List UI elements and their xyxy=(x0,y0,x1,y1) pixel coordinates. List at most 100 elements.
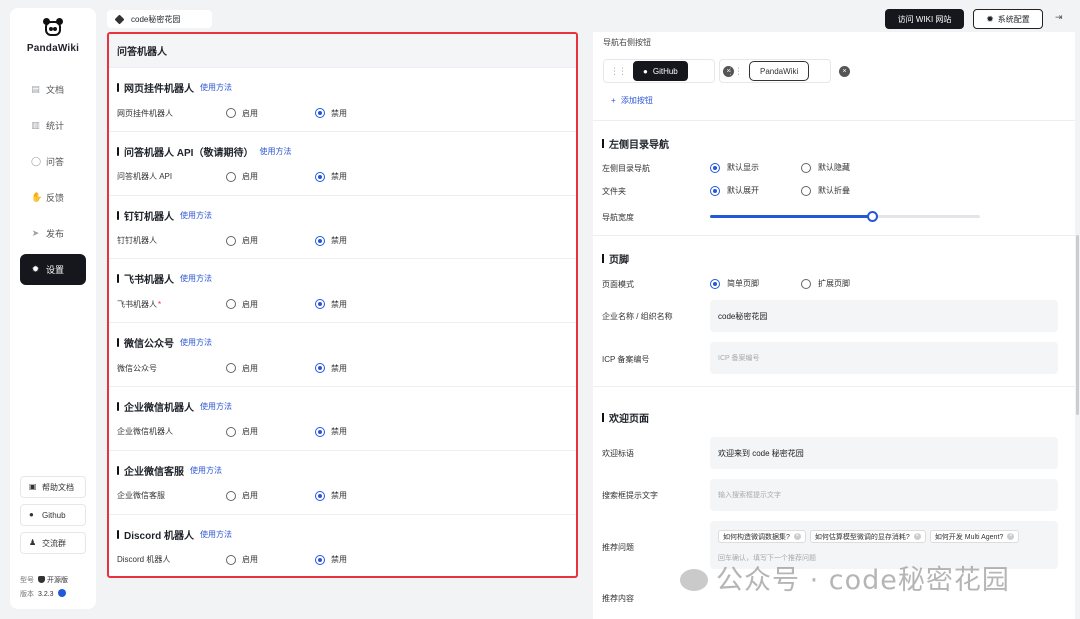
nav-button-github-chip[interactable]: ⋮⋮ ● GitHub × xyxy=(603,59,734,83)
remove-icon[interactable]: × xyxy=(839,66,850,77)
question-tag: 如何开发 Multi Agent? × xyxy=(929,530,1020,543)
section-marker xyxy=(117,83,119,92)
section-marker xyxy=(117,338,119,348)
gear-icon: ✹ xyxy=(31,264,40,274)
enable-radio[interactable]: 启用 xyxy=(226,299,258,310)
sidebar-item-settings[interactable]: ✹ 设置 xyxy=(20,254,86,285)
radio-label: 禁用 xyxy=(331,108,347,118)
enable-radio[interactable]: 启用 xyxy=(226,490,258,501)
enable-radio[interactable]: 启用 xyxy=(226,554,258,565)
help-docs-button[interactable]: ▣ 帮助文档 xyxy=(20,476,86,498)
usage-link[interactable]: 使用方法 xyxy=(200,82,232,93)
sidebar-item-docs[interactable]: ▤ 文档 xyxy=(20,74,86,105)
divider xyxy=(593,386,1075,387)
radio-label: 禁用 xyxy=(331,299,347,309)
nav-button-pandawiki-chip[interactable]: ⋮⋮ PandaWiki × xyxy=(719,59,850,83)
radio-default-hide[interactable]: 默认隐藏 xyxy=(801,162,850,173)
sidebar-item-label: 设置 xyxy=(46,265,65,275)
usage-link[interactable]: 使用方法 xyxy=(180,273,212,284)
enable-radio[interactable]: 启用 xyxy=(226,171,258,182)
github-label: Github xyxy=(42,510,66,520)
disable-radio[interactable]: 禁用 xyxy=(315,235,347,246)
radio-default-show[interactable]: 默认显示 xyxy=(710,162,759,173)
usage-link[interactable]: 使用方法 xyxy=(200,529,232,540)
system-config-button[interactable]: ✹ 系统配置 xyxy=(973,9,1043,29)
radio-label: 默认展开 xyxy=(727,186,759,195)
disable-radio[interactable]: 禁用 xyxy=(315,108,347,119)
github-icon: ● xyxy=(643,66,648,76)
radio-default-collapse[interactable]: 默认折叠 xyxy=(801,185,850,196)
org-name-input[interactable]: code秘密花园 xyxy=(710,300,1058,332)
drag-handle-icon[interactable]: ⋮⋮ xyxy=(726,66,743,77)
nav-button-pandawiki[interactable]: PandaWiki xyxy=(749,61,810,81)
radio-default-expand[interactable]: 默认展开 xyxy=(710,185,759,196)
usage-link[interactable]: 使用方法 xyxy=(180,210,212,221)
section-title: 微信公众号 xyxy=(124,339,174,351)
logo[interactable]: PandaWiki xyxy=(10,18,96,54)
bot-section-discord: Discord 机器人 使用方法 Discord 机器人 启用 禁用 xyxy=(109,513,576,576)
breadcrumb[interactable]: code秘密花园 xyxy=(107,10,212,28)
bot-section-wechat-official: 微信公众号 使用方法 微信公众号 启用 禁用 xyxy=(109,322,576,386)
radio-label: 禁用 xyxy=(331,427,347,437)
chat-icon: ◯ xyxy=(31,156,42,166)
search-placeholder-input[interactable]: 输入搜索框提示文字 xyxy=(710,479,1058,511)
disable-radio[interactable]: 禁用 xyxy=(315,363,347,374)
radio-label: 禁用 xyxy=(331,555,347,565)
usage-link[interactable]: 使用方法 xyxy=(259,146,291,157)
add-button[interactable]: + 添加按钮 xyxy=(611,95,653,106)
sidebar-nav: ▤ 文档 ▥ 统计 ◯ 问答 ✋ 反馈 ➤ 发布 ✹ 设置 xyxy=(20,74,86,290)
version-label: 版本 xyxy=(20,591,34,598)
sidebar-item-publish[interactable]: ➤ 发布 xyxy=(20,218,86,249)
nav-width-slider[interactable] xyxy=(710,211,980,222)
slider-thumb[interactable] xyxy=(867,211,878,222)
slogan-label: 欢迎标语 xyxy=(602,449,634,458)
community-group-button[interactable]: ♟ 交流群 xyxy=(20,532,86,554)
radio-label: 默认隐藏 xyxy=(818,163,850,172)
icp-label: ICP 备案编号 xyxy=(602,355,650,364)
visit-wiki-button[interactable]: 访问 WIKI 网站 xyxy=(885,9,964,29)
sidebar-item-feedback[interactable]: ✋ 反馈 xyxy=(20,182,86,213)
radio-label: 禁用 xyxy=(331,363,347,373)
enable-radio[interactable]: 启用 xyxy=(226,235,258,246)
enable-radio[interactable]: 启用 xyxy=(226,426,258,437)
usage-link[interactable]: 使用方法 xyxy=(200,401,232,412)
usage-link[interactable]: 使用方法 xyxy=(190,465,222,476)
icp-input[interactable]: ICP 备案编号 xyxy=(710,342,1058,374)
disable-radio[interactable]: 禁用 xyxy=(315,426,347,437)
scrollbar[interactable] xyxy=(1076,235,1079,415)
watermark-text: 公众号 · code秘密花园 xyxy=(716,565,1010,596)
logout-icon[interactable]: ⇥ xyxy=(1055,12,1063,23)
wechat-icon xyxy=(680,569,708,591)
radio-simple-footer[interactable]: 简单页脚 xyxy=(710,278,759,289)
disable-radio[interactable]: 禁用 xyxy=(315,554,347,565)
enable-radio[interactable]: 启用 xyxy=(226,108,258,119)
usage-link[interactable]: 使用方法 xyxy=(180,337,212,348)
section-title: 钉钉机器人 xyxy=(124,211,174,223)
disable-radio[interactable]: 禁用 xyxy=(315,171,347,182)
bot-section-wecom-service: 企业微信客服 使用方法 企业微信客服 启用 禁用 xyxy=(109,449,576,514)
divider xyxy=(593,235,1075,236)
org-name-label: 企业名称 / 组织名称 xyxy=(602,312,673,321)
github-button[interactable]: ● Github xyxy=(20,504,86,526)
remove-icon[interactable]: × xyxy=(1007,533,1015,540)
sidebar-item-stats[interactable]: ▥ 统计 xyxy=(20,110,86,141)
radio-extended-footer[interactable]: 扩展页脚 xyxy=(801,278,850,289)
field-label: 企业微信机器人 xyxy=(117,427,173,437)
tag-label: 如何开发 Multi Agent? xyxy=(934,533,1004,541)
drag-handle-icon[interactable]: ⋮⋮ xyxy=(610,66,627,77)
disable-radio[interactable]: 禁用 xyxy=(315,490,347,501)
search-placeholder-label: 搜索框提示文字 xyxy=(602,491,658,500)
section-title: 左侧目录导航 xyxy=(609,140,669,151)
radio-label: 启用 xyxy=(242,299,258,309)
remove-icon[interactable]: × xyxy=(793,533,801,540)
qa-bot-panel: 问答机器人 网页挂件机器人 使用方法 网页挂件机器人 启用 禁用 问答机器人 AP… xyxy=(107,32,578,578)
nav-button-github[interactable]: ● GitHub xyxy=(633,61,688,81)
folder-label: 文件夹 xyxy=(602,187,626,196)
sidebar-item-qa[interactable]: ◯ 问答 xyxy=(20,146,86,177)
slogan-input[interactable]: 欢迎来到 code 秘密花园 xyxy=(710,437,1058,469)
disable-radio[interactable]: 禁用 xyxy=(315,299,347,310)
watermark: 公众号 · code秘密花园 xyxy=(680,558,1010,597)
enable-radio[interactable]: 启用 xyxy=(226,363,258,374)
remove-icon[interactable]: × xyxy=(913,533,921,540)
model-label: 型号 xyxy=(20,577,34,584)
